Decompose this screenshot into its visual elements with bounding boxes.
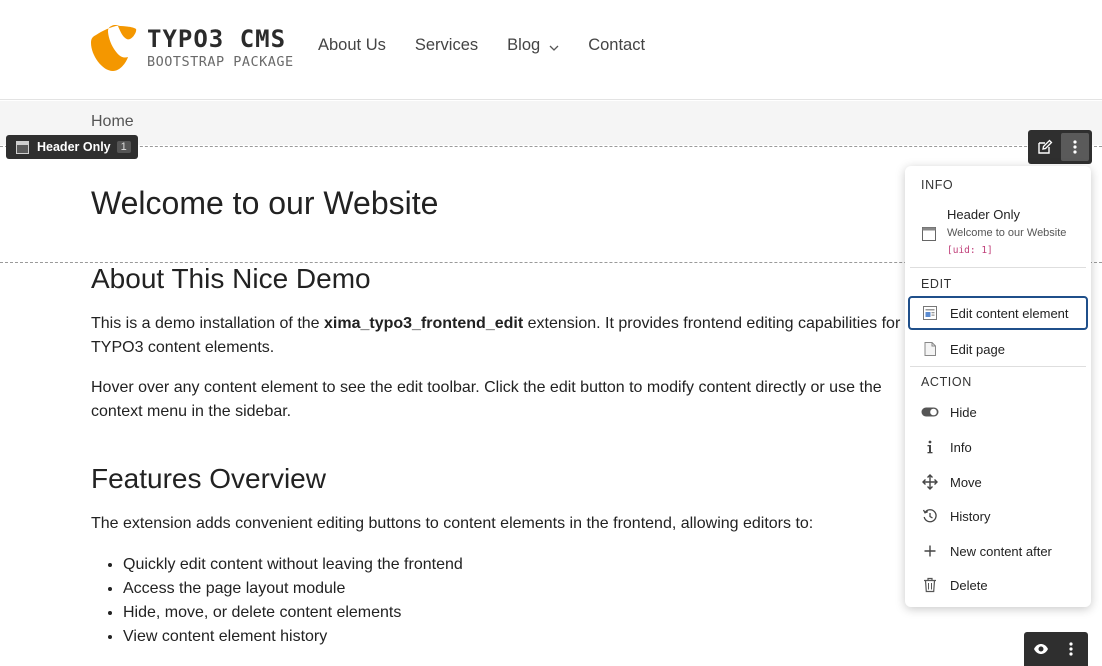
menu-item-label: Info [950, 439, 972, 455]
eye-icon [1034, 644, 1048, 654]
menu-item-new-content-after[interactable]: New content after [908, 534, 1088, 568]
menu-item-label: Edit content element [950, 305, 1069, 321]
nav-item-services[interactable]: Services [415, 36, 478, 55]
nav-item-label: Contact [588, 36, 646, 54]
menu-item-label: Hide [950, 404, 977, 420]
header-element-icon [922, 227, 936, 241]
content-element-icon [921, 304, 939, 322]
hover-paragraph: Hover over any content element to see th… [91, 379, 882, 420]
content-element-top-border [0, 146, 1102, 147]
edit-button[interactable] [1031, 133, 1059, 161]
chevron-down-icon [549, 45, 559, 51]
typo3-logo-icon [91, 25, 137, 71]
element-info-uid: [uid: 1] [947, 245, 993, 256]
list-item: View content element history [123, 625, 463, 649]
content-element-toolbar [1028, 130, 1092, 164]
more-options-button[interactable] [1057, 635, 1085, 663]
logo-subtitle: BOOTSTRAP PACKAGE [147, 54, 294, 70]
nav-item-label: About Us [318, 36, 386, 54]
menu-item-move[interactable]: Move [908, 465, 1088, 499]
features-intro: The extension adds convenient editing bu… [91, 515, 814, 532]
section-heading-features: Features Overview [91, 463, 326, 494]
menu-item-edit-content-element[interactable]: Edit content element [908, 296, 1088, 330]
section-heading-about: About This Nice Demo [91, 263, 371, 294]
preview-button[interactable] [1027, 635, 1055, 663]
content-element-type: Header Only [37, 140, 111, 154]
breadcrumb[interactable]: Home [91, 113, 134, 131]
page-title: Welcome to our Website [91, 185, 439, 221]
content-element-type-badge: Header Only 1 [6, 135, 138, 159]
list-item: Hide, move, or delete content elements [123, 601, 463, 625]
breadcrumb-bar [0, 101, 1102, 145]
main-nav: About Us Services Blog Contact [318, 36, 674, 55]
features-list: Quickly edit content without leaving the… [123, 553, 463, 649]
move-icon [921, 473, 939, 491]
logo-title: TYPO3 CMS [147, 25, 287, 53]
menu-item-label: Delete [950, 577, 988, 593]
element-info-title: Header Only [947, 207, 1020, 222]
menu-section-action: ACTION [921, 375, 972, 389]
page-icon [921, 340, 939, 358]
plus-icon [921, 542, 939, 560]
menu-item-delete[interactable]: Delete [908, 568, 1088, 602]
site-header: TYPO3 CMS BOOTSTRAP PACKAGE About Us Ser… [0, 0, 1102, 100]
list-item: Quickly edit content without leaving the… [123, 553, 463, 577]
nav-item-label: Blog [507, 36, 541, 54]
content-element-uid: 1 [116, 141, 131, 153]
header-element-icon [16, 140, 29, 154]
menu-item-hide[interactable]: Hide [908, 395, 1088, 429]
menu-divider [910, 366, 1086, 367]
menu-item-label: Move [950, 474, 982, 490]
next-element-toolbar [1024, 632, 1088, 666]
menu-item-edit-page[interactable]: Edit page [908, 332, 1088, 366]
toggle-icon [921, 403, 939, 421]
element-info-subtitle: Welcome to our Website [947, 227, 1067, 239]
list-item: Access the page layout module [123, 577, 463, 601]
nav-item-contact[interactable]: Contact [588, 36, 645, 55]
menu-item-history[interactable]: History [908, 499, 1088, 533]
nav-item-blog[interactable]: Blog [507, 36, 559, 55]
menu-section-info: INFO [921, 178, 954, 192]
trash-icon [921, 576, 939, 594]
paragraph-text: This is a demo installation of the [91, 315, 325, 332]
menu-divider [910, 267, 1086, 268]
intro-paragraph: This is a demo installation of the xima_… [91, 312, 911, 360]
history-icon [921, 507, 939, 525]
nav-item-label: Services [414, 36, 479, 54]
site-logo[interactable]: TYPO3 CMS BOOTSTRAP PACKAGE [90, 23, 294, 73]
menu-section-edit: EDIT [921, 277, 952, 291]
extension-name: xima_typo3_frontend_edit [324, 315, 524, 332]
menu-item-label: Edit page [950, 341, 1005, 357]
menu-item-label: New content after [950, 543, 1052, 559]
menu-item-info[interactable]: Info [908, 430, 1088, 464]
more-vertical-icon [1073, 140, 1077, 154]
more-vertical-icon [1069, 642, 1073, 656]
context-menu: INFO Header Only Welcome to our Website … [905, 166, 1091, 607]
info-icon [921, 438, 939, 456]
nav-item-about-us[interactable]: About Us [318, 36, 386, 55]
edit-icon [1038, 139, 1053, 154]
menu-item-label: History [950, 508, 991, 524]
more-options-button[interactable] [1061, 133, 1089, 161]
